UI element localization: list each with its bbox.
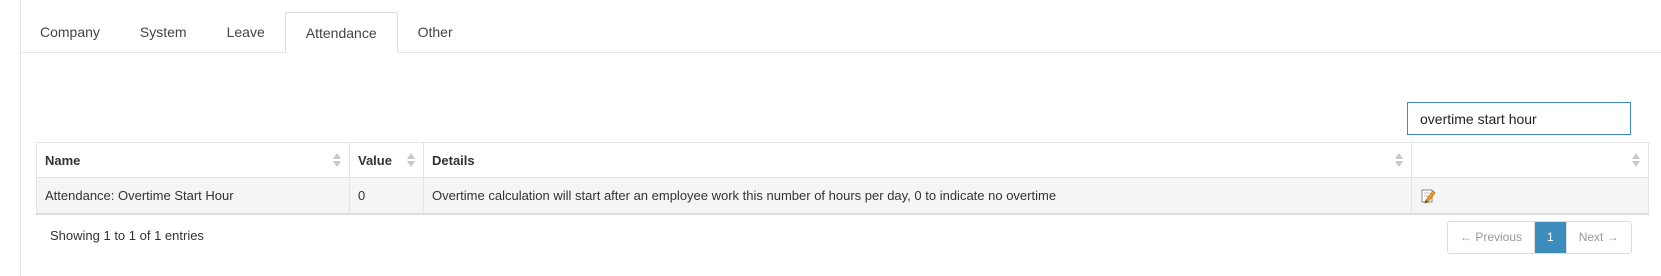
cell-details: Overtime calculation will start after an… xyxy=(423,177,1412,214)
previous-page-button[interactable]: ← Previous xyxy=(1448,222,1536,253)
sort-icon xyxy=(1632,153,1640,167)
cell-name: Attendance: Overtime Start Hour xyxy=(36,177,350,214)
sort-icon xyxy=(333,153,341,167)
next-page-button[interactable]: Next → xyxy=(1565,222,1631,253)
tab-other[interactable]: Other xyxy=(398,12,473,52)
table-info: Showing 1 to 1 of 1 entries xyxy=(50,228,204,243)
tab-attendance[interactable]: Attendance xyxy=(284,12,398,53)
tab-system[interactable]: System xyxy=(120,12,207,52)
tab-leave[interactable]: Leave xyxy=(207,12,285,52)
pagination: ← Previous 1 Next → xyxy=(1447,221,1632,254)
column-header-details[interactable]: Details xyxy=(423,142,1412,178)
table-row: Attendance: Overtime Start Hour 0 Overti… xyxy=(36,177,1649,214)
column-header-value[interactable]: Value xyxy=(349,142,424,178)
cell-actions xyxy=(1411,177,1649,214)
column-header-name[interactable]: Name xyxy=(36,142,350,178)
cell-value: 0 xyxy=(349,177,424,214)
search-input[interactable] xyxy=(1407,102,1631,135)
settings-tabs: Company System Leave Attendance Other xyxy=(20,12,1661,53)
page-1-button[interactable]: 1 xyxy=(1535,222,1566,253)
settings-table: Name Value Details Attendance: Overtime … xyxy=(36,142,1649,215)
sort-icon xyxy=(407,153,415,167)
column-header-label: Name xyxy=(45,152,81,168)
column-header-label: Details xyxy=(432,152,475,168)
tab-company[interactable]: Company xyxy=(20,12,120,52)
table-header-row: Name Value Details xyxy=(36,142,1649,178)
column-header-label: Value xyxy=(358,152,392,168)
sort-icon xyxy=(1395,153,1403,167)
column-header-actions[interactable] xyxy=(1411,142,1649,178)
edit-icon[interactable] xyxy=(1420,188,1436,204)
